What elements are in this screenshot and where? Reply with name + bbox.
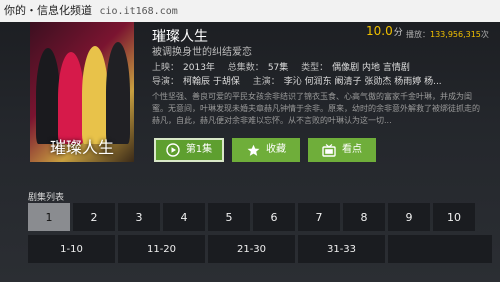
episode-button[interactable]: 5 <box>208 203 250 231</box>
episode-list-label: 剧集列表 <box>28 193 65 203</box>
genre-key: 类型： <box>301 63 329 73</box>
episode-grid: 1 2 3 4 5 6 7 8 9 10 <box>28 203 492 231</box>
episode-button[interactable]: 7 <box>298 203 340 231</box>
episode-button[interactable]: 10 <box>433 203 475 231</box>
highlights-label: 看点 <box>342 144 362 155</box>
episode-button[interactable]: 2 <box>73 203 115 231</box>
favorite-button[interactable]: 收藏 <box>232 138 300 162</box>
poster-figure <box>36 48 60 144</box>
poster-figure <box>58 52 84 144</box>
plays-unit: 次 <box>480 30 489 39</box>
range-tab[interactable]: 21-30 <box>208 235 295 263</box>
star-icon <box>246 143 260 157</box>
cast-value: 李沁 何润东 阚清子 张勋杰 杨雨婷 杨... <box>283 77 442 87</box>
episode-button[interactable]: 3 <box>118 203 160 231</box>
episode-button[interactable]: 9 <box>388 203 430 231</box>
play-episode-label: 第1集 <box>185 144 213 155</box>
watermark-bar: 你的・信息化频道 cio.it168.com <box>0 0 500 22</box>
range-tab[interactable]: 11-20 <box>118 235 205 263</box>
range-tab[interactable]: 1-10 <box>28 235 115 263</box>
cast-key: 主演： <box>252 77 280 87</box>
plays-value: 133,956,315 <box>430 30 481 39</box>
show-description: 个性坚强、善良可爱的平民女孩余非结识了锦衣玉食、心高气傲的富家千金叶琳，并成为闺… <box>152 92 480 125</box>
poster-title: 璀璨人生 <box>49 138 114 157</box>
play-episode-button[interactable]: 第1集 <box>154 138 224 162</box>
show-subtitle: 被调换身世的纠结爱恋 <box>152 47 252 58</box>
episode-range-tabs: 1-10 11-20 21-30 31-33 <box>28 235 492 263</box>
range-row-filler <box>388 235 492 263</box>
episodes-key: 总集数： <box>227 63 264 73</box>
watermark-text: 你的・信息化频道 <box>4 4 92 17</box>
highlights-button[interactable]: 看点 <box>308 138 376 162</box>
play-icon <box>166 143 180 157</box>
watermark-site: cio.it168.com <box>99 6 178 17</box>
range-tab[interactable]: 31-33 <box>298 235 385 263</box>
info-row-2: 导演： 柯翰辰 于胡保 主演： 李沁 何润东 阚清子 张勋杰 杨雨婷 杨... <box>152 74 452 87</box>
favorite-label: 收藏 <box>266 144 286 155</box>
episode-button[interactable]: 8 <box>343 203 385 231</box>
episode-button[interactable]: 6 <box>253 203 295 231</box>
play-count: 播放：133,956,315次 <box>406 29 489 40</box>
episode-button[interactable]: 4 <box>163 203 205 231</box>
release-value: 2013年 <box>183 63 215 73</box>
plays-label: 播放： <box>406 30 430 39</box>
poster-image: 璀璨人生 <box>30 22 134 162</box>
poster-figure <box>82 46 108 144</box>
genre-value: 偶像剧 内地 言情剧 <box>332 63 410 73</box>
score-value: 10.0 <box>366 24 393 38</box>
info-row-1: 上映： 2013年 总集数： 57集 类型： 偶像剧 内地 言情剧 <box>152 60 420 73</box>
score-unit: 分 <box>393 28 403 38</box>
poster-figure <box>106 42 130 144</box>
release-key: 上映： <box>152 63 180 73</box>
episodes-value: 57集 <box>267 63 289 73</box>
director-value: 柯翰辰 于胡保 <box>183 77 240 87</box>
director-key: 导演： <box>152 77 180 87</box>
episode-button[interactable]: 1 <box>28 203 70 231</box>
tv-icon <box>322 143 336 157</box>
show-score: 10.0分 <box>366 24 403 38</box>
